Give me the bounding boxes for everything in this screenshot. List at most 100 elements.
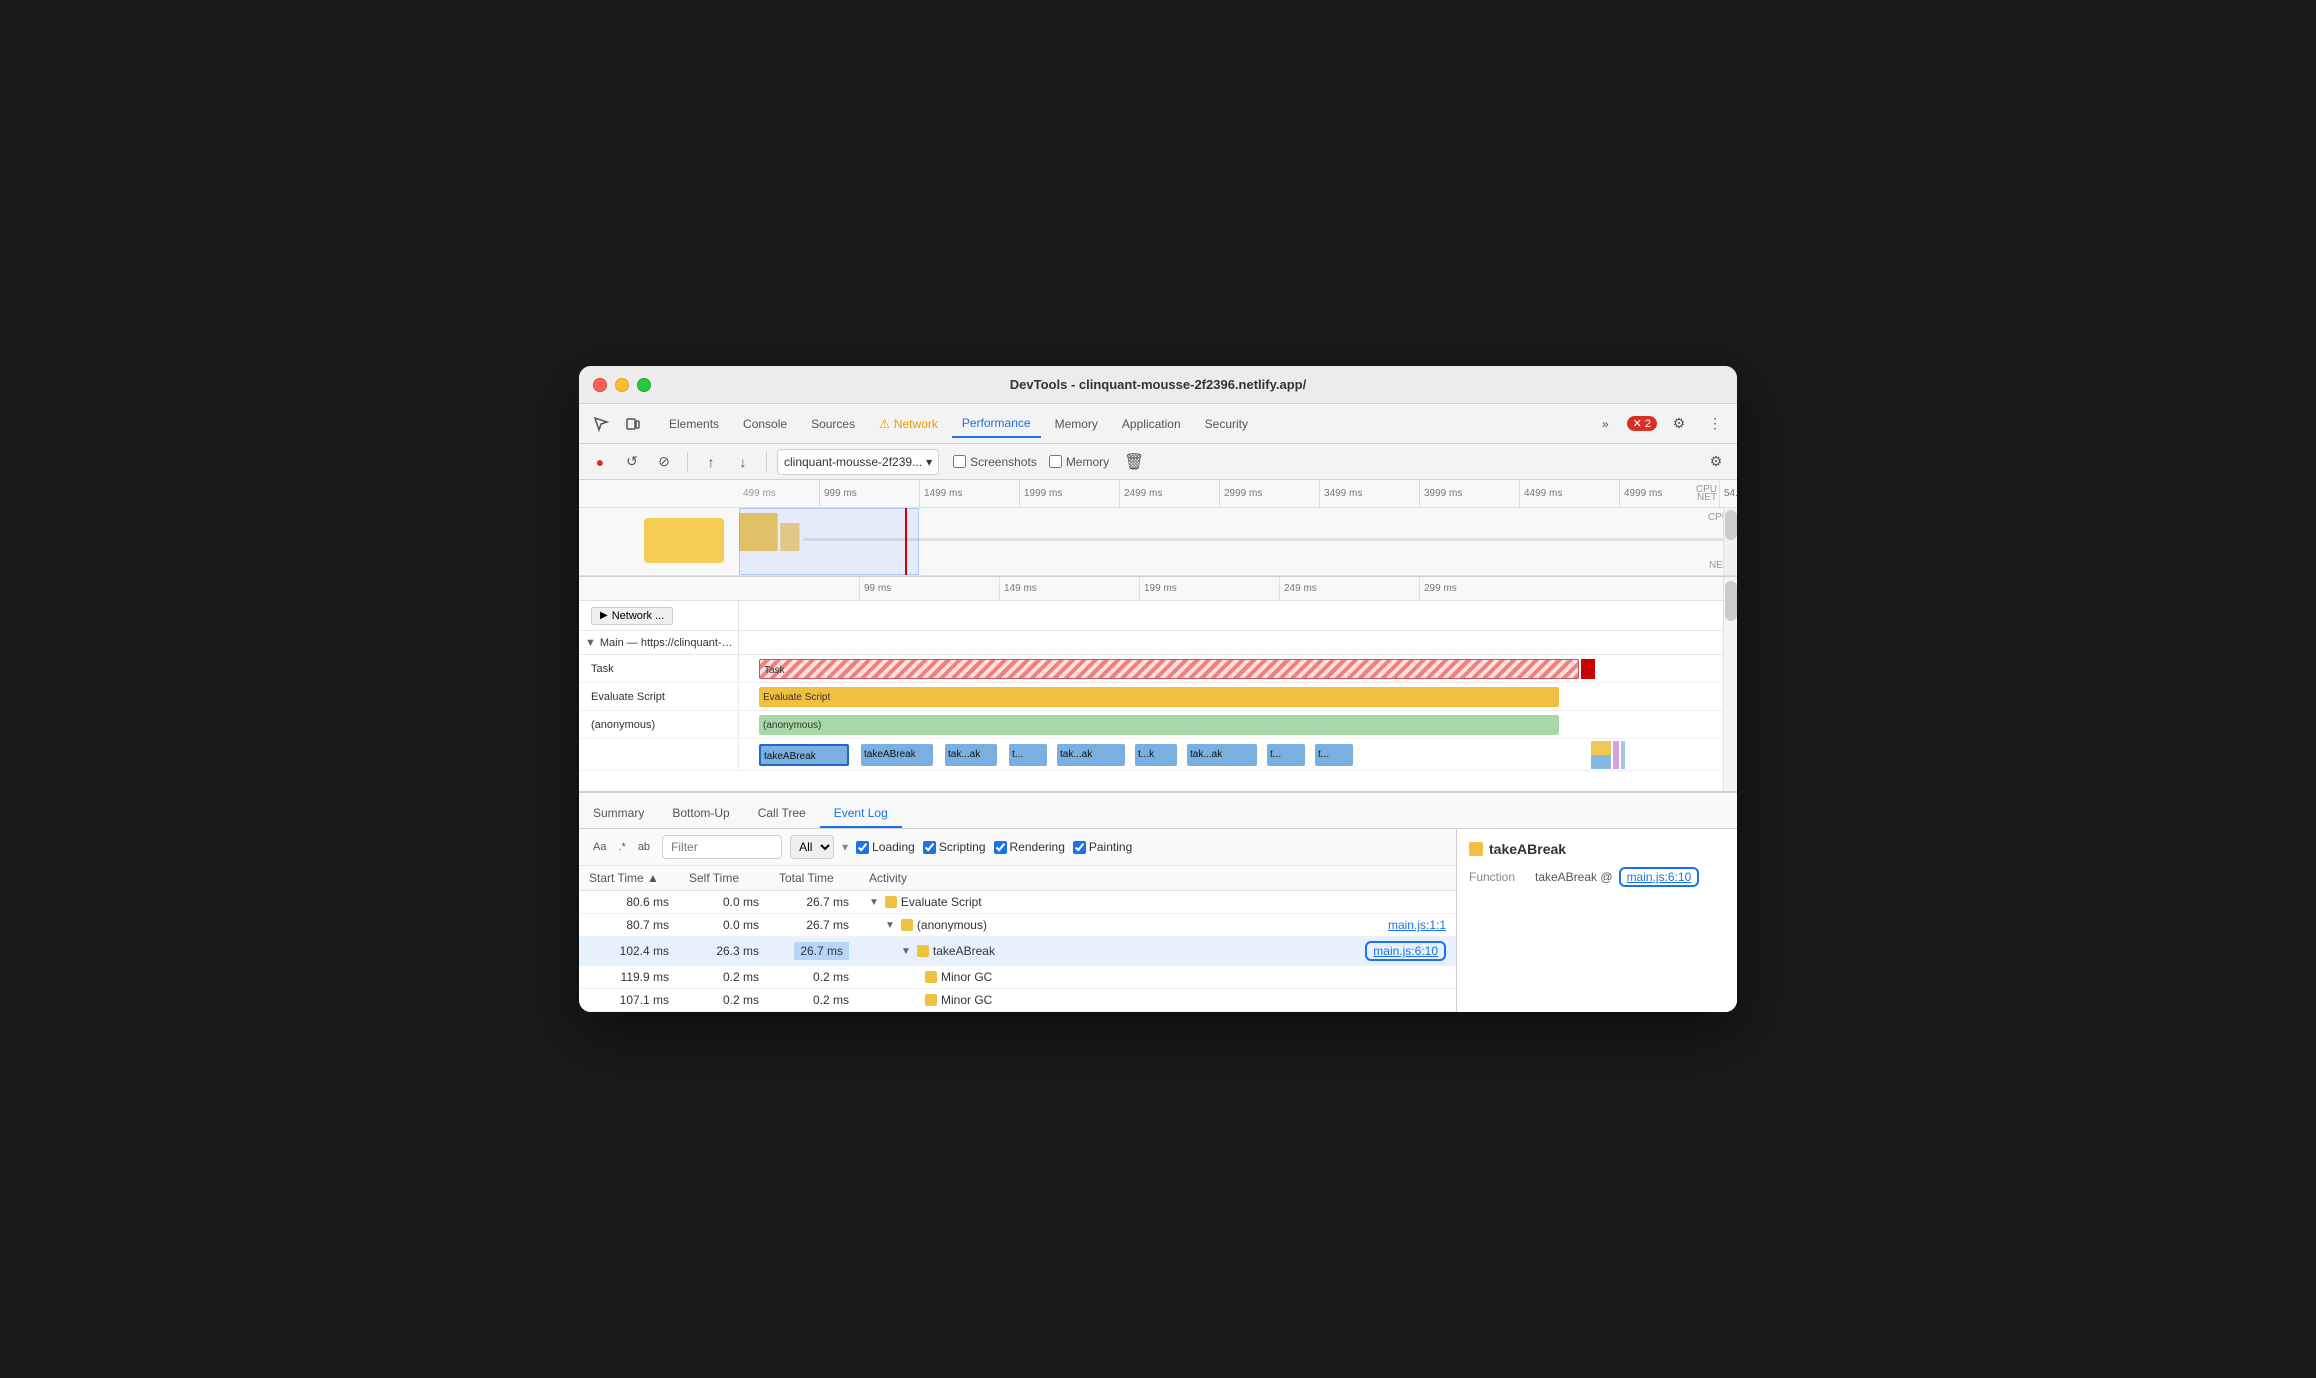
devtools-window: DevTools - clinquant-mousse-2f2396.netli… [579, 366, 1737, 1012]
table-row[interactable]: 107.1 ms 0.2 ms 0.2 ms [579, 989, 1456, 1012]
cell-total-time: 26.7 ms [769, 891, 859, 914]
bottom-tabs: Summary Bottom-Up Call Tree Event Log [579, 793, 1737, 829]
cell-activity: ▼ takeABreak main.js:6:10 [859, 937, 1456, 966]
col-activity[interactable]: Activity [859, 866, 1456, 891]
case-sensitive-button[interactable]: ab [634, 839, 654, 855]
titlebar: DevTools - clinquant-mousse-2f2396.netli… [579, 366, 1737, 404]
reload-button[interactable]: ↺ [619, 449, 645, 475]
right-panel-icon [1469, 842, 1483, 856]
cell-start-time: 80.7 ms [579, 914, 679, 937]
clear-button[interactable]: ⊘ [651, 449, 677, 475]
inspect-icon[interactable] [587, 410, 615, 438]
timeline-selection[interactable] [739, 508, 919, 575]
source-link-takeabreak[interactable]: main.js:6:10 [1365, 941, 1446, 961]
table-row[interactable]: 80.6 ms 0.0 ms 26.7 ms [579, 891, 1456, 914]
ruler-mark: 4499 ms [1519, 480, 1619, 508]
takeABreak-bar-2[interactable]: takeABreak [861, 744, 933, 766]
tab-sources[interactable]: Sources [801, 410, 865, 438]
download-button[interactable]: ↓ [730, 449, 756, 475]
minimize-button[interactable] [615, 378, 629, 392]
loading-checkbox[interactable]: Loading [856, 840, 915, 854]
function-value: takeABreak @ [1535, 870, 1613, 884]
tak-bar-7[interactable]: tak...ak [1187, 744, 1257, 766]
network-pill[interactable]: ▶ Network ... [591, 607, 673, 625]
filter-select[interactable]: All [790, 835, 834, 859]
tak-bar-3[interactable]: tak...ak [945, 744, 997, 766]
tak-bar-5[interactable]: tak...ak [1057, 744, 1125, 766]
kebab-icon[interactable]: ⋮ [1701, 410, 1729, 438]
table-row[interactable]: 80.7 ms 0.0 ms 26.7 ms [579, 914, 1456, 937]
overview-scrollbar[interactable] [1723, 508, 1737, 575]
activity-icon [917, 945, 929, 957]
flame-scrollbar-thumb [1725, 581, 1737, 621]
cell-start-time: 119.9 ms [579, 966, 679, 989]
tab-summary[interactable]: Summary [579, 800, 658, 828]
rendering-checkbox[interactable]: Rendering [994, 840, 1065, 854]
takeABreak-selected-bar[interactable]: takeABreak [759, 744, 849, 766]
flame-scrollbar[interactable] [1723, 577, 1737, 791]
tab-network[interactable]: ⚠ Network [869, 410, 948, 438]
flame-task-row: Task Task [579, 655, 1723, 683]
cell-total-time: 26.7 ms [769, 914, 859, 937]
tab-application[interactable]: Application [1112, 410, 1191, 438]
evaluate-script-bar[interactable]: Evaluate Script [759, 687, 1559, 707]
anonymous-bar[interactable]: (anonymous) [759, 715, 1559, 735]
col-start-time[interactable]: Start Time ▲ [579, 866, 679, 891]
tab-eventlog[interactable]: Event Log [820, 800, 902, 828]
tab-memory[interactable]: Memory [1045, 410, 1108, 438]
t-bar-4[interactable]: t... [1009, 744, 1047, 766]
cell-start-time: 80.6 ms [579, 891, 679, 914]
close-button[interactable] [593, 378, 607, 392]
row-arrow[interactable]: ▼ [869, 897, 879, 908]
device-mode-icon[interactable] [619, 410, 647, 438]
timeline-overview-section: 499 ms 999 ms 1499 ms 1999 ms 2499 ms 29… [579, 480, 1737, 577]
performance-settings-icon[interactable]: ⚙ [1703, 449, 1729, 475]
overview-chart[interactable]: CPU NET [579, 508, 1737, 576]
detail-mark-149: 149 ms [999, 577, 1139, 601]
cell-total-time: 0.2 ms [769, 989, 859, 1012]
ruler-mark: 3999 ms [1419, 480, 1519, 508]
row-arrow[interactable]: ▼ [901, 946, 911, 957]
tab-console[interactable]: Console [733, 410, 797, 438]
aa-button[interactable]: Aa [589, 839, 610, 855]
settings-icon[interactable]: ⚙ [1665, 410, 1693, 438]
regex-button[interactable]: .* [614, 839, 629, 855]
row-arrow[interactable]: ▼ [885, 920, 895, 931]
table-row-selected[interactable]: 102.4 ms 26.3 ms 26.7 ms [579, 937, 1456, 966]
filter-input[interactable] [662, 835, 782, 859]
task-bar[interactable]: Task [759, 659, 1579, 679]
error-badge[interactable]: ✕ 2 [1627, 416, 1657, 431]
collect-garbage-icon[interactable]: 🗑 [1121, 449, 1147, 475]
screenshots-checkbox[interactable]: Screenshots [953, 455, 1037, 469]
t-bar-9[interactable]: t... [1315, 744, 1353, 766]
cell-total-time: 26.7 ms [769, 937, 859, 966]
more-tabs-button[interactable]: » [1592, 410, 1619, 438]
toolbar-separator-2 [766, 452, 767, 472]
tab-elements[interactable]: Elements [659, 410, 729, 438]
main-label-row: ▼ Main — https://clinquant-mousse-2f2396… [579, 631, 1723, 655]
tab-bottomup[interactable]: Bottom-Up [658, 800, 743, 828]
right-panel-function-row: Function takeABreak @ main.js:6:10 [1469, 867, 1725, 887]
t-bar-8[interactable]: t... [1267, 744, 1305, 766]
tab-performance[interactable]: Performance [952, 410, 1041, 438]
filter-row: Aa .* ab All ▾ Loading [579, 829, 1456, 866]
upload-button[interactable]: ↑ [698, 449, 724, 475]
toolbar-separator [687, 452, 688, 472]
url-selector[interactable]: clinquant-mousse-2f239... ▾ [777, 449, 939, 475]
scripting-checkbox[interactable]: Scripting [923, 840, 986, 854]
ruler-mark: 499 ms [739, 480, 819, 508]
tk-bar-6[interactable]: t...k [1135, 744, 1177, 766]
tab-security[interactable]: Security [1195, 410, 1258, 438]
maximize-button[interactable] [637, 378, 651, 392]
col-self-time[interactable]: Self Time [679, 866, 769, 891]
source-link[interactable]: main.js:1:1 [1388, 918, 1446, 932]
memory-checkbox[interactable]: Memory [1049, 455, 1109, 469]
activity-icon [901, 919, 913, 931]
record-button[interactable]: ● [587, 449, 613, 475]
painting-checkbox[interactable]: Painting [1073, 840, 1132, 854]
tab-calltree[interactable]: Call Tree [744, 800, 820, 828]
col-total-time[interactable]: Total Time [769, 866, 859, 891]
function-link[interactable]: main.js:6:10 [1619, 867, 1700, 887]
cell-activity: ▼ (anonymous) main.js:1:1 [859, 914, 1456, 937]
table-row[interactable]: 119.9 ms 0.2 ms 0.2 ms [579, 966, 1456, 989]
